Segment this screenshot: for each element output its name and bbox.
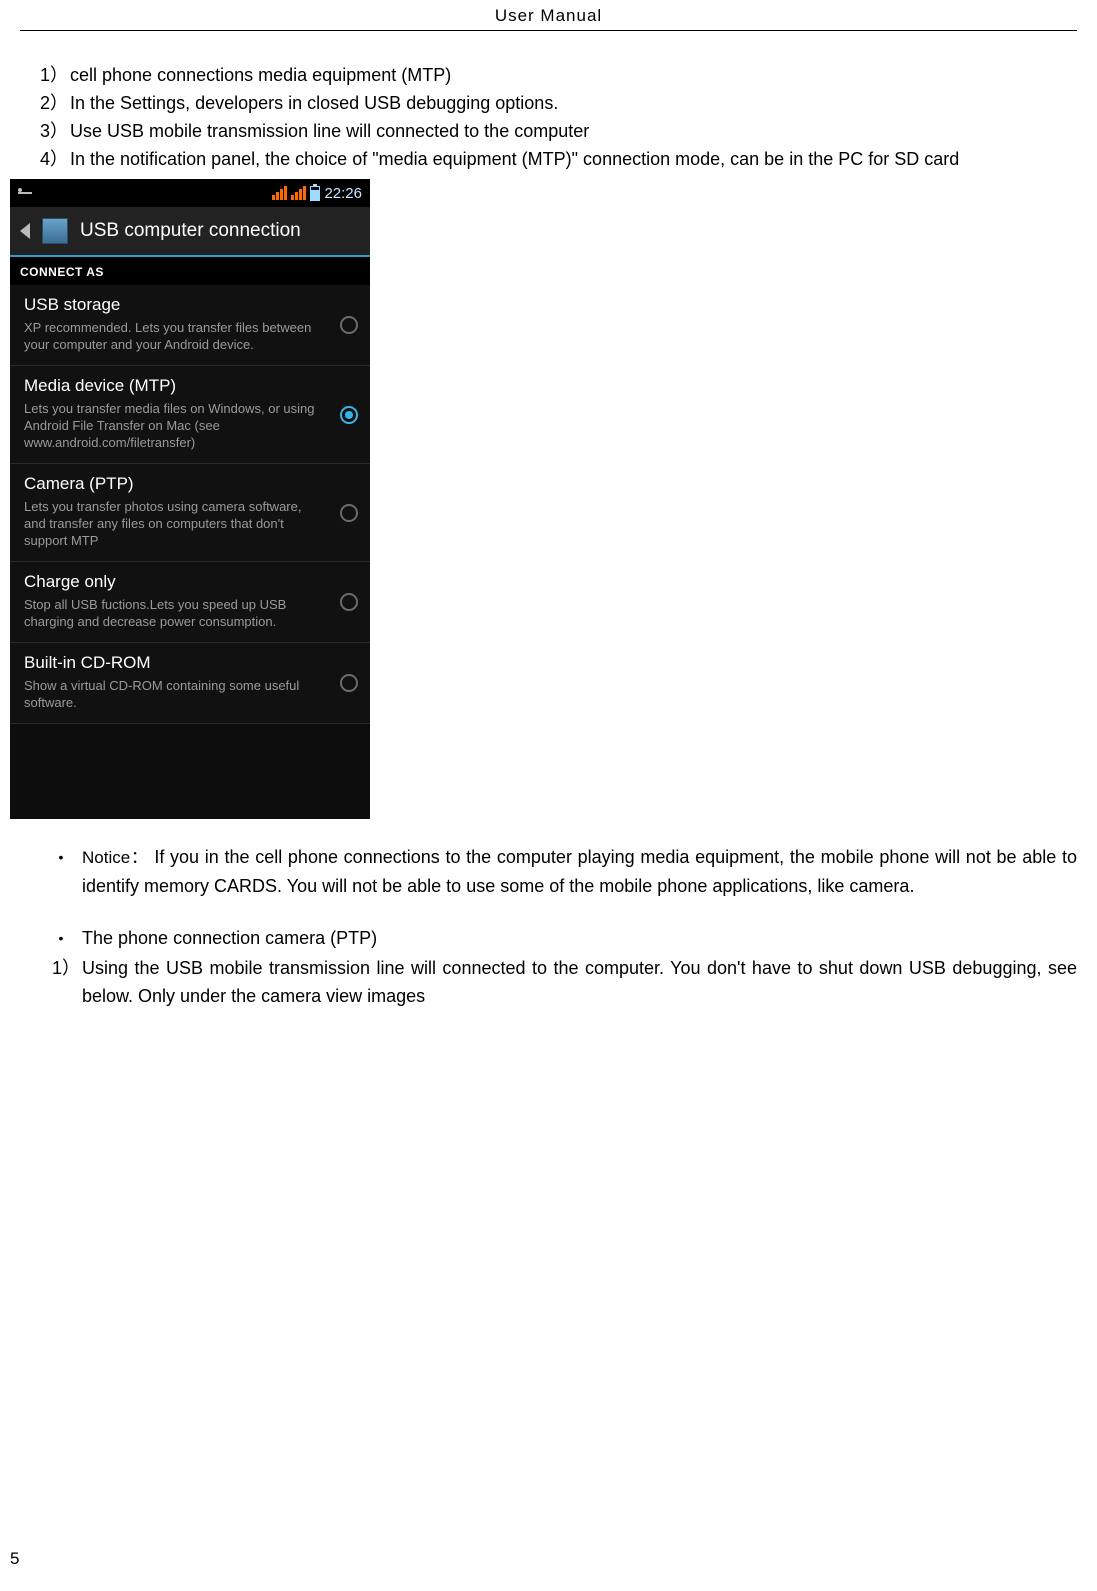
notice-block: • Notice： If you in the cell phone conne… <box>40 843 1077 900</box>
option-cd-rom[interactable]: Built-in CD-ROM Show a virtual CD-ROM co… <box>10 643 370 724</box>
screen-title: USB computer connection <box>80 220 301 242</box>
notice-text: Notice： If you in the cell phone connect… <box>82 843 1077 900</box>
option-ptp[interactable]: Camera (PTP) Lets you transfer photos us… <box>10 464 370 562</box>
section-label: CONNECT AS <box>10 257 370 285</box>
signal-icon <box>291 186 306 200</box>
signal-icon <box>272 186 287 200</box>
page-content: 1） cell phone connections media equipmen… <box>0 31 1097 1010</box>
option-desc: Show a virtual CD-ROM containing some us… <box>24 677 324 711</box>
option-title: Built-in CD-ROM <box>24 653 324 673</box>
step-number: 1） <box>40 61 70 89</box>
bullet-icon: • <box>40 843 82 900</box>
status-bar: 22:26 <box>10 179 370 207</box>
step-text: cell phone connections media equipment (… <box>70 61 1077 89</box>
option-title: Charge only <box>24 572 324 592</box>
ptp-bullet-text: The phone connection camera (PTP) <box>82 924 1077 952</box>
numbered-steps: 1） cell phone connections media equipmen… <box>40 61 1077 173</box>
step-text: In the notification panel, the choice of… <box>70 145 1077 173</box>
step-row: 3） Use USB mobile transmission line will… <box>40 117 1077 145</box>
step-row: 4） In the notification panel, the choice… <box>40 145 1077 173</box>
battery-icon <box>310 186 320 201</box>
radio-icon[interactable] <box>340 504 358 522</box>
step-text: Use USB mobile transmission line will co… <box>70 117 1077 145</box>
option-desc: Lets you transfer media files on Windows… <box>24 400 324 451</box>
bullet-icon: • <box>40 924 82 952</box>
step-text: Using the USB mobile transmission line w… <box>82 954 1077 1010</box>
usb-icon <box>18 188 32 198</box>
step-number: 4） <box>40 145 70 173</box>
option-desc: Lets you transfer photos using camera so… <box>24 498 324 549</box>
radio-icon[interactable] <box>340 593 358 611</box>
radio-icon[interactable] <box>340 316 358 334</box>
step-number: 3） <box>40 117 70 145</box>
option-desc: XP recommended. Lets you transfer files … <box>24 319 324 353</box>
back-icon[interactable] <box>20 223 30 239</box>
notice-body: If you in the cell phone connections to … <box>82 847 1077 896</box>
ptp-bullet-block: • The phone connection camera (PTP) <box>40 924 1077 952</box>
option-title: Camera (PTP) <box>24 474 324 494</box>
option-title: Media device (MTP) <box>24 376 324 396</box>
option-charge-only[interactable]: Charge only Stop all USB fuctions.Lets y… <box>10 562 370 643</box>
option-desc: Stop all USB fuctions.Lets you speed up … <box>24 596 324 630</box>
step-row: 1） cell phone connections media equipmen… <box>40 61 1077 89</box>
step-text: In the Settings, developers in closed US… <box>70 89 1077 117</box>
page-number: 5 <box>10 1549 19 1569</box>
phone-screenshot: 22:26 USB computer connection CONNECT AS… <box>10 179 370 819</box>
step-number: 2） <box>40 89 70 117</box>
option-usb-storage[interactable]: USB storage XP recommended. Lets you tra… <box>10 285 370 366</box>
app-icon <box>42 218 68 244</box>
step-number: 1） <box>52 954 82 1010</box>
option-mtp[interactable]: Media device (MTP) Lets you transfer med… <box>10 366 370 464</box>
radio-icon[interactable] <box>340 674 358 692</box>
step-row: 2） In the Settings, developers in closed… <box>40 89 1077 117</box>
option-title: USB storage <box>24 295 324 315</box>
ptp-steps: 1） Using the USB mobile transmission lin… <box>40 954 1077 1010</box>
notice-label: Notice： <box>82 848 149 867</box>
page-header: User Manual <box>0 0 1097 26</box>
radio-icon[interactable] <box>340 406 358 424</box>
screen-titlebar[interactable]: USB computer connection <box>10 207 370 257</box>
status-time: 22:26 <box>324 185 362 202</box>
